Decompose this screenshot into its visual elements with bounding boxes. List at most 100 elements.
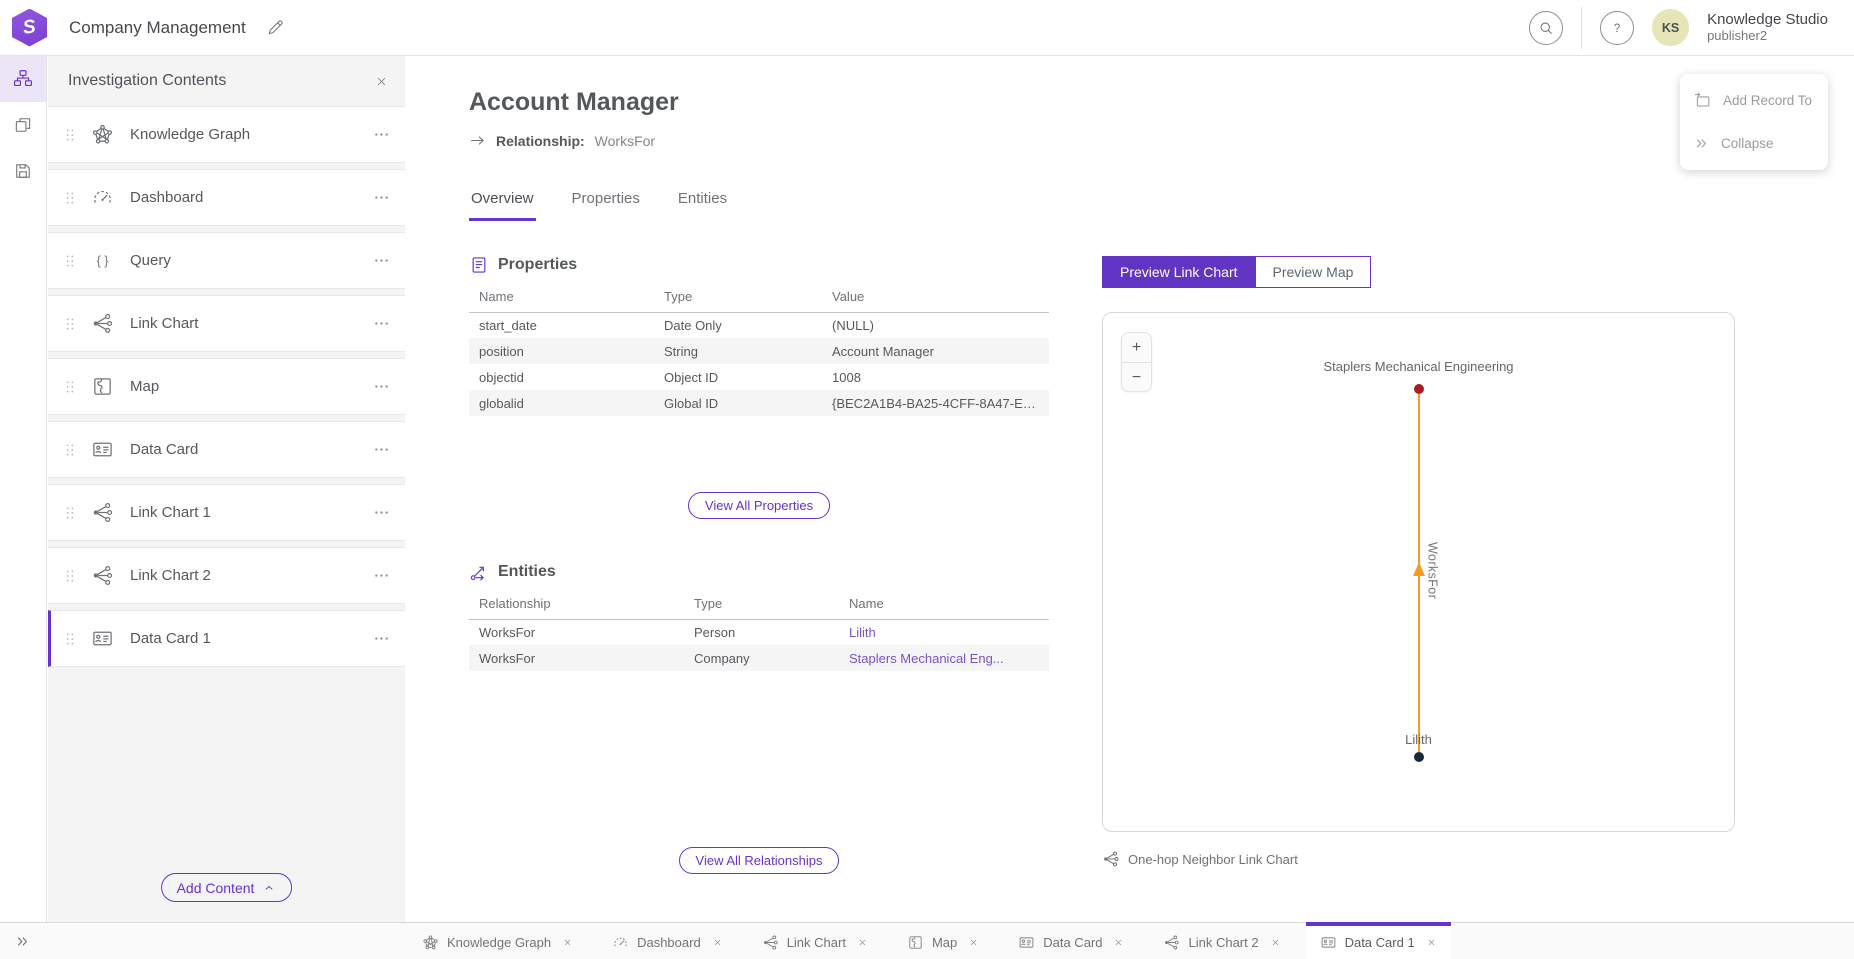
- tab-knowledge-graph[interactable]: Knowledge Graph: [408, 922, 587, 959]
- close-tab-icon[interactable]: [712, 937, 723, 948]
- tab-data-card[interactable]: Data Card: [1004, 922, 1138, 959]
- sidebar-item-link-chart-2[interactable]: Link Chart 2: [48, 547, 405, 604]
- property-type: Date Only: [654, 312, 822, 338]
- drag-handle-icon[interactable]: [62, 187, 78, 209]
- sidebar-item-link-chart[interactable]: Link Chart: [48, 295, 405, 352]
- ellipsis-icon: [372, 566, 391, 585]
- tab-data-card-1[interactable]: Data Card 1: [1306, 922, 1451, 959]
- item-menu-button[interactable]: [368, 625, 395, 652]
- data-card-icon: [91, 627, 114, 650]
- table-row: WorksFor Company Staplers Mechanical Eng…: [469, 645, 1049, 671]
- pencil-icon: [266, 18, 285, 37]
- drag-handle-icon[interactable]: [62, 502, 78, 524]
- entities-section-title: Entities: [498, 563, 556, 581]
- knowledge-graph-icon: [422, 934, 439, 951]
- close-tab-icon[interactable]: [857, 937, 868, 948]
- property-name: position: [469, 338, 654, 364]
- chart-caption-text: One-hop Neighbor Link Chart: [1128, 852, 1298, 867]
- sidebar-item-data-card-1[interactable]: Data Card 1: [48, 610, 405, 667]
- close-tab-icon[interactable]: [1113, 937, 1124, 948]
- preview-map-button[interactable]: Preview Map: [1256, 256, 1372, 288]
- company-node[interactable]: [1414, 384, 1424, 394]
- person-node[interactable]: [1414, 752, 1424, 762]
- ellipsis-icon: [372, 440, 391, 459]
- close-tab-icon[interactable]: [968, 937, 979, 948]
- close-tab-icon[interactable]: [1426, 937, 1437, 948]
- tab-label: Dashboard: [637, 935, 701, 950]
- query-icon: [91, 249, 114, 272]
- tab-dashboard[interactable]: Dashboard: [598, 922, 737, 959]
- drag-handle-icon[interactable]: [62, 628, 78, 650]
- view-all-properties-button[interactable]: View All Properties: [688, 492, 830, 519]
- tab-entities[interactable]: Entities: [676, 190, 729, 221]
- sidebar-item-dashboard[interactable]: Dashboard: [48, 169, 405, 226]
- entity-name-link[interactable]: Lilith: [849, 625, 876, 640]
- rail-item-investigation-contents[interactable]: [0, 56, 46, 102]
- column-header: Relationship: [469, 595, 684, 619]
- expand-panel-button[interactable]: [10, 923, 35, 959]
- properties-section-header: Properties: [469, 254, 1049, 276]
- help-button[interactable]: [1600, 11, 1634, 45]
- item-menu-button[interactable]: [368, 310, 395, 337]
- sidebar-item-data-card[interactable]: Data Card: [48, 421, 405, 478]
- search-icon: [1537, 19, 1555, 37]
- tab-properties[interactable]: Properties: [570, 190, 642, 221]
- preview-toggle: Preview Link Chart Preview Map: [1102, 256, 1371, 288]
- item-menu-button[interactable]: [368, 373, 395, 400]
- sidebar-item-knowledge-graph[interactable]: Knowledge Graph: [48, 106, 405, 163]
- close-icon: [374, 74, 389, 89]
- avatar[interactable]: KS: [1652, 9, 1689, 46]
- item-menu-button[interactable]: [368, 499, 395, 526]
- rail-item-layers[interactable]: [0, 102, 46, 148]
- item-menu-button[interactable]: [368, 184, 395, 211]
- top-bar: S Company Management KS Knowledge Studio…: [0, 0, 1854, 56]
- table-row: WorksFor Person Lilith: [469, 619, 1049, 645]
- sidebar-investigation-contents: Investigation Contents Knowledge Graph D…: [48, 56, 405, 922]
- item-menu-button[interactable]: [368, 436, 395, 463]
- drag-handle-icon[interactable]: [62, 565, 78, 587]
- tab-link-chart[interactable]: Link Chart: [748, 922, 882, 959]
- menu-item-add-record-to[interactable]: Add Record To: [1680, 79, 1828, 122]
- add-record-icon: [1693, 91, 1712, 110]
- close-sidebar-button[interactable]: [370, 70, 393, 93]
- ellipsis-icon: [372, 251, 391, 270]
- investigation-contents-icon: [12, 68, 34, 90]
- column-header: Type: [684, 595, 839, 619]
- entity-name-link[interactable]: Staplers Mechanical Eng...: [849, 651, 1004, 666]
- rail-item-save[interactable]: [0, 148, 46, 194]
- add-content-button[interactable]: Add Content: [161, 873, 293, 902]
- item-menu-button[interactable]: [368, 562, 395, 589]
- edge-label: WorksFor: [1426, 542, 1440, 599]
- drag-handle-icon[interactable]: [62, 124, 78, 146]
- drag-handle-icon[interactable]: [62, 376, 78, 398]
- preview-link-chart-button[interactable]: Preview Link Chart: [1102, 256, 1256, 288]
- sidebar-item-link-chart-1[interactable]: Link Chart 1: [48, 484, 405, 541]
- link-chart-icon: [1163, 934, 1180, 951]
- link-chart-stage: Staplers Mechanical Engineering WorksFor…: [1103, 313, 1734, 831]
- sidebar-title: Investigation Contents: [68, 72, 370, 90]
- menu-item-collapse[interactable]: Collapse: [1680, 122, 1828, 165]
- sidebar-item-label: Data Card: [130, 441, 368, 458]
- search-button[interactable]: [1529, 11, 1563, 45]
- entities-table: Relationship Type Name WorksFor Person L…: [469, 595, 1049, 671]
- drag-handle-icon[interactable]: [62, 250, 78, 272]
- item-menu-button[interactable]: [368, 121, 395, 148]
- close-tab-icon[interactable]: [562, 937, 573, 948]
- tab-link-chart-2[interactable]: Link Chart 2: [1149, 922, 1294, 959]
- item-menu-button[interactable]: [368, 247, 395, 274]
- tab-overview[interactable]: Overview: [469, 190, 536, 221]
- sidebar-item-query[interactable]: Query: [48, 232, 405, 289]
- sidebar-item-label: Knowledge Graph: [130, 126, 368, 143]
- view-all-relationships-button[interactable]: View All Relationships: [679, 847, 840, 874]
- drag-handle-icon[interactable]: [62, 439, 78, 461]
- drag-handle-icon[interactable]: [62, 313, 78, 335]
- menu-item-label: Collapse: [1721, 136, 1774, 151]
- edit-title-button[interactable]: [262, 14, 289, 41]
- property-type: Global ID: [654, 390, 822, 416]
- tab-map[interactable]: Map: [893, 922, 993, 959]
- sidebar-item-map[interactable]: Map: [48, 358, 405, 415]
- layers-icon: [13, 115, 33, 135]
- entity-relationship: WorksFor: [469, 645, 684, 671]
- close-tab-icon[interactable]: [1270, 937, 1281, 948]
- sidebar-item-label: Data Card 1: [130, 630, 368, 647]
